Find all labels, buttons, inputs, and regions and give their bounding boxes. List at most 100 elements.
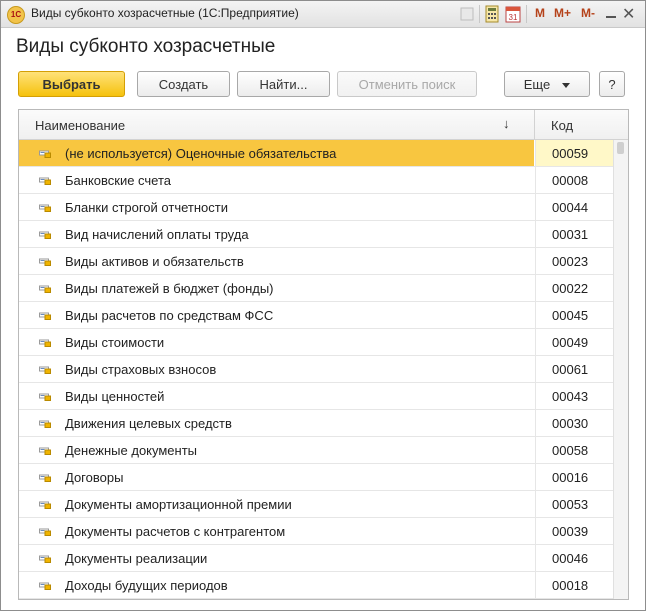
catalog-item-icon bbox=[39, 366, 51, 374]
catalog-item-icon bbox=[39, 312, 51, 320]
name-cell[interactable]: Бланки строгой отчетности bbox=[19, 194, 534, 220]
name-cell[interactable]: Виды активов и обязательств bbox=[19, 248, 534, 274]
table-row[interactable]: Документы амортизационной премии 00053 bbox=[19, 491, 613, 518]
row-name: Движения целевых средств bbox=[65, 416, 232, 431]
row-code: 00058 bbox=[552, 443, 589, 458]
help-button[interactable]: ? bbox=[599, 71, 625, 97]
row-name: Документы амортизационной премии bbox=[65, 497, 292, 512]
table-row[interactable]: Виды стоимости 00049 bbox=[19, 329, 613, 356]
name-cell[interactable]: Доходы будущих периодов bbox=[19, 572, 534, 598]
table-row[interactable]: Виды активов и обязательств 00023 bbox=[19, 248, 613, 275]
code-cell[interactable]: 00058 bbox=[535, 437, 613, 463]
code-cell[interactable]: 00045 bbox=[535, 302, 613, 328]
catalog-item-icon bbox=[39, 285, 51, 293]
code-cell[interactable]: 00016 bbox=[535, 464, 613, 490]
table-row[interactable]: Виды платежей в бюджет (фонды) 00022 bbox=[19, 275, 613, 302]
code-cell[interactable]: 00044 bbox=[535, 194, 613, 220]
calendar-icon[interactable]: 31 bbox=[505, 5, 521, 23]
code-cell[interactable]: 00008 bbox=[535, 167, 613, 193]
select-button[interactable]: Выбрать bbox=[18, 71, 125, 97]
code-cell[interactable]: 00031 bbox=[535, 221, 613, 247]
table-row[interactable]: Движения целевых средств 00030 bbox=[19, 410, 613, 437]
name-cell[interactable]: Виды платежей в бюджет (фонды) bbox=[19, 275, 534, 301]
vertical-scrollbar[interactable] bbox=[613, 140, 628, 599]
code-cell[interactable]: 00049 bbox=[535, 329, 613, 355]
table-row[interactable]: Договоры 00016 bbox=[19, 464, 613, 491]
row-name: Виды активов и обязательств bbox=[65, 254, 244, 269]
name-cell[interactable]: Виды расчетов по средствам ФСС bbox=[19, 302, 534, 328]
name-cell[interactable]: Движения целевых средств bbox=[19, 410, 534, 436]
scrollbar-thumb[interactable] bbox=[617, 142, 624, 154]
code-cell[interactable]: 00061 bbox=[535, 356, 613, 382]
catalog-item-icon bbox=[39, 447, 51, 455]
title-bar: 1С Виды субконто хозрасчетные (1С:Предпр… bbox=[1, 1, 645, 28]
row-name: Доходы будущих периодов bbox=[65, 578, 228, 593]
table-body: (не используется) Оценочные обязательств… bbox=[19, 140, 613, 599]
code-cell[interactable]: 00053 bbox=[535, 491, 613, 517]
app-logo-icon[interactable]: 1С bbox=[7, 6, 25, 24]
table-row[interactable]: Доходы будущих периодов 00018 bbox=[19, 572, 613, 599]
row-name: Виды стоимости bbox=[65, 335, 165, 350]
code-cell[interactable]: 00059 bbox=[535, 140, 613, 166]
name-cell[interactable]: Вид начислений оплаты труда bbox=[19, 221, 534, 247]
m-plus-button[interactable]: M+ bbox=[554, 6, 571, 20]
close-icon[interactable]: ✕ bbox=[622, 4, 635, 24]
name-cell[interactable]: Договоры bbox=[19, 464, 534, 490]
svg-text:31: 31 bbox=[509, 13, 518, 22]
code-cell[interactable]: 00043 bbox=[535, 383, 613, 409]
catalog-item-icon bbox=[39, 258, 51, 266]
row-name: Виды расчетов по средствам ФСС bbox=[65, 308, 274, 323]
find-button[interactable]: Найти... bbox=[237, 71, 330, 97]
code-cell[interactable]: 00039 bbox=[535, 518, 613, 544]
code-cell[interactable]: 00046 bbox=[535, 545, 613, 571]
row-code: 00022 bbox=[552, 281, 589, 296]
column-header-code[interactable]: Код bbox=[551, 118, 573, 133]
name-cell[interactable]: Денежные документы bbox=[19, 437, 534, 463]
link-icon[interactable] bbox=[459, 5, 475, 23]
m-button[interactable]: M bbox=[535, 6, 545, 20]
row-name: Бланки строгой отчетности bbox=[65, 200, 228, 215]
table-row[interactable]: Денежные документы 00058 bbox=[19, 437, 613, 464]
column-divider[interactable] bbox=[534, 110, 535, 139]
row-code: 00023 bbox=[552, 254, 589, 269]
table-row[interactable]: Бланки строгой отчетности 00044 bbox=[19, 194, 613, 221]
name-cell[interactable]: Документы амортизационной премии bbox=[19, 491, 534, 517]
code-cell[interactable]: 00030 bbox=[535, 410, 613, 436]
code-cell[interactable]: 00023 bbox=[535, 248, 613, 274]
table-row[interactable]: Виды ценностей 00043 bbox=[19, 383, 613, 410]
more-menu-button[interactable]: Еще bbox=[504, 71, 590, 97]
calculator-icon[interactable] bbox=[484, 5, 500, 23]
table-row[interactable]: Банковские счета 00008 bbox=[19, 167, 613, 194]
code-cell[interactable]: 00022 bbox=[535, 275, 613, 301]
table-row[interactable]: Документы реализации 00046 bbox=[19, 545, 613, 572]
row-code: 00030 bbox=[552, 416, 589, 431]
table-row[interactable]: (не используется) Оценочные обязательств… bbox=[19, 140, 613, 167]
row-name: Вид начислений оплаты труда bbox=[65, 227, 249, 242]
cancel-search-button[interactable]: Отменить поиск bbox=[337, 71, 477, 97]
row-code: 00045 bbox=[552, 308, 589, 323]
catalog-item-icon bbox=[39, 420, 51, 428]
name-cell[interactable]: Документы расчетов с контрагентом bbox=[19, 518, 534, 544]
chevron-down-icon bbox=[562, 83, 571, 89]
create-button[interactable]: Создать bbox=[137, 71, 230, 97]
sort-arrow-icon[interactable]: ↓ bbox=[503, 116, 510, 131]
name-cell[interactable]: Виды страховых взносов bbox=[19, 356, 534, 382]
table-row[interactable]: Виды расчетов по средствам ФСС 00045 bbox=[19, 302, 613, 329]
row-code: 00043 bbox=[552, 389, 589, 404]
m-minus-button[interactable]: M- bbox=[581, 6, 595, 20]
minimize-icon[interactable] bbox=[604, 6, 618, 20]
table-row[interactable]: Вид начислений оплаты труда 00031 bbox=[19, 221, 613, 248]
name-cell[interactable]: Виды стоимости bbox=[19, 329, 534, 355]
row-name: Виды страховых взносов bbox=[65, 362, 217, 377]
name-cell[interactable]: Документы реализации bbox=[19, 545, 534, 571]
catalog-item-icon bbox=[39, 501, 51, 509]
code-cell[interactable]: 00018 bbox=[535, 572, 613, 598]
name-cell[interactable]: Банковские счета bbox=[19, 167, 534, 193]
toolbar-separator bbox=[479, 5, 480, 23]
table-row[interactable]: Документы расчетов с контрагентом 00039 bbox=[19, 518, 613, 545]
column-header-name[interactable]: Наименование bbox=[35, 118, 125, 133]
name-cell[interactable]: Виды ценностей bbox=[19, 383, 534, 409]
toolbar-separator bbox=[526, 5, 527, 23]
name-cell[interactable]: (не используется) Оценочные обязательств… bbox=[19, 140, 534, 166]
table-row[interactable]: Виды страховых взносов 00061 bbox=[19, 356, 613, 383]
